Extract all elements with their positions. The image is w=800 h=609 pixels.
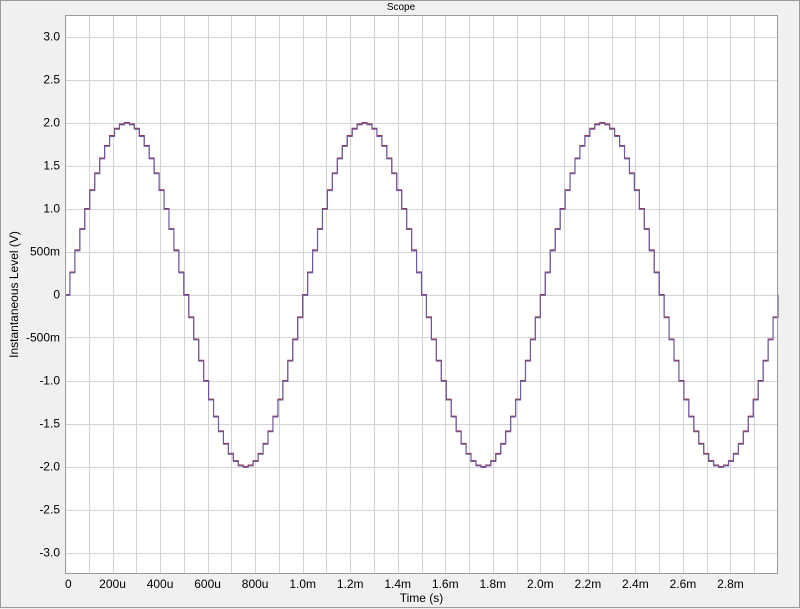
y-tick-label: 500m: [30, 245, 60, 259]
x-tick-label: 0: [65, 577, 72, 591]
y-tick-label: 1.5: [43, 159, 60, 173]
y-tick-label: 0: [53, 288, 60, 302]
x-tick-label: 600u: [194, 577, 221, 591]
y-tick-label: -2.0: [39, 460, 60, 474]
x-tick-label: 400u: [147, 577, 174, 591]
x-tick-label: 2.2m: [575, 577, 602, 591]
y-tick-label: -1.5: [39, 417, 60, 431]
x-tick-label: 200u: [99, 577, 126, 591]
y-tick-label: 1.0: [43, 202, 60, 216]
x-tick-label: 1.4m: [384, 577, 411, 591]
y-tick-label: -1.0: [39, 374, 60, 388]
y-tick-label: 3.0: [43, 30, 60, 44]
y-tick-labels: 3.0 2.5 2.0 1.5 1.0 500m 0 -500m -1.0 -1.5 -2.0 -2.…: [26, 30, 60, 560]
scope-window: Scope 3.0 2.5 2.0 1.5 1.0 500m 0 -500m -1.0 -1.5-…: [0, 0, 800, 608]
x-tick-label: 2.0m: [527, 577, 554, 591]
x-tick-label: 2.4m: [622, 577, 649, 591]
x-tick-label: 1.6m: [432, 577, 459, 591]
x-tick-labels: 0 200u 400u 600u 800u 1.0m 1.2m 1.4m 1.6m 1.8m 2.0…: [65, 577, 744, 591]
x-tick-label: 1.0m: [289, 577, 316, 591]
y-tick-label: -3.0: [39, 546, 60, 560]
scope-chart: 3.0 2.5 2.0 1.5 1.0 500m 0 -500m -1.0 -1.5 -2.0 -2.…: [7, 15, 779, 605]
x-axis-title: Time (s): [400, 591, 444, 605]
x-tick-label: 800u: [242, 577, 269, 591]
y-tick-label: 2.0: [43, 116, 60, 130]
x-tick-label: 2.8m: [717, 577, 744, 591]
y-axis-title: Instantaneous Level (V): [7, 231, 21, 358]
y-tick-label: 2.5: [43, 73, 60, 87]
x-tick-label: 1.2m: [337, 577, 364, 591]
x-tick-label: 1.8m: [479, 577, 506, 591]
y-tick-label: -2.5: [39, 503, 60, 517]
x-tick-label: 2.6m: [670, 577, 697, 591]
y-tick-label: -500m: [26, 331, 60, 345]
